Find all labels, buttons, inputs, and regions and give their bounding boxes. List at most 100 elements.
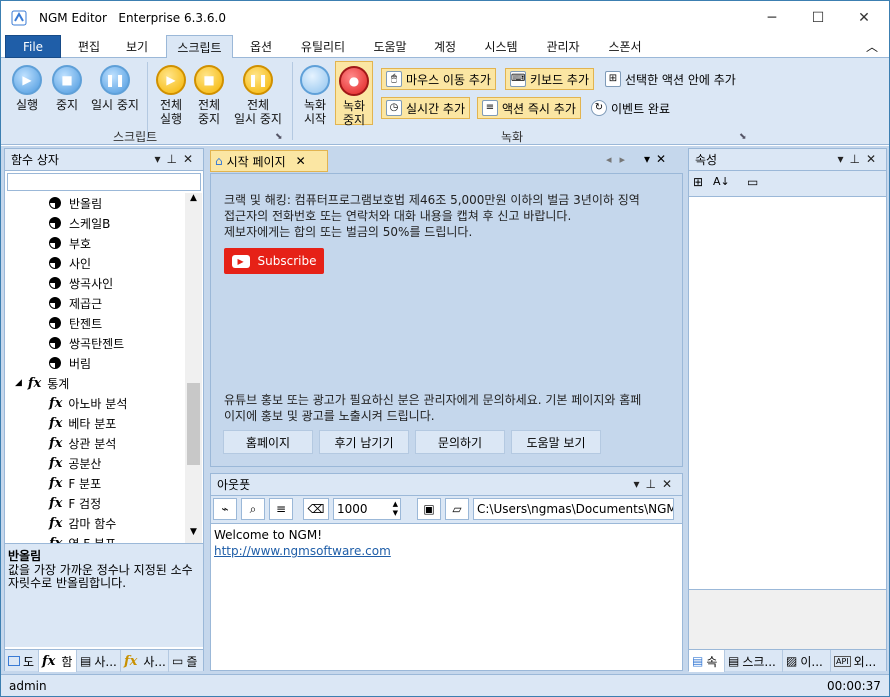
minimize-button[interactable]: ─ bbox=[749, 1, 795, 34]
start-page-panel: ⌂ 시작 페이지 ✕ ◂▸ ▾✕ 크랙 및 해킹: 컴퓨터프로그램보호법 제46… bbox=[210, 148, 683, 467]
dropdown-icon[interactable]: ▾ bbox=[837, 152, 849, 166]
open-folder-button[interactable]: ▱ bbox=[445, 498, 469, 520]
wrap-button[interactable]: ≡ bbox=[269, 498, 293, 520]
scroll-down-icon[interactable]: ▼ bbox=[185, 527, 202, 543]
scrollbar-thumb[interactable] bbox=[187, 383, 200, 465]
tab-external[interactable]: API 외... bbox=[831, 650, 886, 672]
categorized-icon[interactable]: ⊞ bbox=[693, 175, 703, 189]
tab-properties[interactable]: ▤ 속 bbox=[689, 650, 725, 672]
eraser-button[interactable]: ⌫ bbox=[303, 498, 329, 520]
pin-icon[interactable]: ⊥ bbox=[645, 477, 661, 491]
dialog-launcher-icon[interactable]: ⬊ bbox=[275, 132, 283, 142]
maximize-button[interactable]: ☐ bbox=[795, 1, 841, 34]
tree-item[interactable]: fx 공분산 bbox=[49, 453, 101, 473]
add-realtime-button[interactable]: ◷ 실시간 추가 bbox=[381, 97, 471, 119]
tree-item[interactable]: fx 상관 분석 bbox=[49, 433, 116, 453]
tree-item[interactable]: fx 베타 분포 bbox=[49, 413, 116, 433]
tab-system[interactable]: 시스템 bbox=[475, 35, 527, 58]
close-button[interactable]: ✕ bbox=[841, 1, 887, 34]
pause-all-button[interactable]: ❚❚ 전체 일시 중지 bbox=[229, 65, 287, 126]
tab-account[interactable]: 계정 bbox=[425, 35, 465, 58]
tab-sponsor[interactable]: 스폰서 bbox=[599, 35, 651, 58]
function-search-input[interactable] bbox=[7, 173, 201, 191]
tree-item[interactable]: 쌍곡탄젠트 bbox=[47, 333, 124, 353]
dialog-launcher-icon[interactable]: ⬊ bbox=[739, 132, 747, 142]
delay-stepper[interactable]: 1000 ▲ ▼ bbox=[333, 498, 401, 520]
tree-item[interactable]: 스케일B bbox=[47, 213, 110, 233]
help-button[interactable]: 도움말 보기 bbox=[511, 430, 601, 454]
tree-item[interactable]: 쌍곡사인 bbox=[47, 273, 113, 293]
add-keyboard-button[interactable]: ⌨ 키보드 추가 bbox=[505, 68, 595, 90]
record-start-button[interactable]: 녹화 시작 bbox=[297, 65, 333, 126]
dropdown-icon[interactable]: ▾ bbox=[644, 152, 656, 166]
tab-view[interactable]: 보기 bbox=[117, 35, 157, 58]
search-log-button[interactable]: ⌕ bbox=[241, 498, 265, 520]
tree-item[interactable]: 사인 bbox=[47, 253, 91, 273]
pause-button[interactable]: ❚❚ 일시 중지 bbox=[87, 65, 143, 112]
tab-images[interactable]: ▨ 이... bbox=[783, 650, 831, 672]
record-stop-button[interactable]: ● 녹화 중지 bbox=[335, 61, 373, 127]
function-box-header: 함수 상자 ▾⊥✕ bbox=[5, 149, 203, 171]
tab-start-page[interactable]: ⌂ 시작 페이지 ✕ bbox=[210, 150, 328, 172]
tree-item[interactable]: fx역 F 분포 bbox=[49, 533, 116, 544]
close-icon[interactable]: ✕ bbox=[183, 152, 199, 166]
close-icon[interactable]: ✕ bbox=[662, 477, 678, 491]
tab-options[interactable]: 옵션 bbox=[241, 35, 281, 58]
tree-item[interactable]: 버림 bbox=[47, 353, 91, 373]
tree-item[interactable]: 반올림 bbox=[47, 193, 102, 213]
close-icon[interactable]: ✕ bbox=[656, 152, 672, 166]
file-tab[interactable]: File bbox=[5, 35, 61, 58]
tree-item[interactable]: fx 아노바 분석 bbox=[49, 393, 127, 413]
tab-favorites[interactable]: ▭ 즐 bbox=[169, 650, 203, 672]
run-button[interactable]: ▶ 실행 bbox=[7, 65, 47, 112]
stop-button[interactable]: ■ 중지 bbox=[47, 65, 87, 112]
tree-scrollbar[interactable]: ▲ ▼ bbox=[185, 193, 202, 543]
inquiry-button[interactable]: 문의하기 bbox=[415, 430, 505, 454]
stepper-arrows-icon[interactable]: ▲ ▼ bbox=[393, 500, 398, 518]
pin-icon[interactable]: ⊥ bbox=[849, 152, 865, 166]
tree-item[interactable]: 탄젠트 bbox=[47, 313, 102, 333]
tab-user-functions[interactable]: fx 사... bbox=[121, 650, 169, 672]
tree-item[interactable]: 부호 bbox=[47, 233, 91, 253]
sort-az-icon[interactable]: A↓ bbox=[713, 175, 730, 188]
tree-item[interactable]: fx F 검정 bbox=[49, 493, 101, 513]
subscribe-button[interactable]: ▶ Subscribe bbox=[224, 248, 324, 274]
stop-all-button[interactable]: ■ 전체 중지 bbox=[191, 65, 227, 126]
pin-icon[interactable]: ⊥ bbox=[166, 152, 182, 166]
tab-edit[interactable]: 편집 bbox=[69, 35, 109, 58]
expand-icon[interactable]: ◢ bbox=[15, 378, 22, 388]
website-link[interactable]: http://www.ngmsoftware.com bbox=[214, 544, 391, 558]
tree-item[interactable]: 제곱근 bbox=[47, 293, 102, 313]
tab-script-list[interactable]: ▤ 스크... bbox=[725, 650, 783, 672]
dropdown-icon[interactable]: ▾ bbox=[633, 477, 645, 491]
add-action-now-button[interactable]: ≡ 액션 즉시 추가 bbox=[477, 97, 581, 119]
clean-button[interactable]: ⌁ bbox=[213, 498, 237, 520]
close-icon[interactable]: ✕ bbox=[866, 152, 882, 166]
tab-toolbox[interactable]: 도 bbox=[5, 650, 39, 672]
property-pages-icon[interactable]: ▭ bbox=[747, 175, 758, 189]
scroll-up-icon[interactable]: ▲ bbox=[185, 193, 202, 209]
tree-group[interactable]: ◢ fx 통계 bbox=[15, 373, 69, 393]
save-button[interactable]: ▣ bbox=[417, 498, 441, 520]
add-inside-selected-button[interactable]: ⊞ 선택한 액션 안에 추가 bbox=[601, 68, 740, 90]
tab-utility[interactable]: 유틸리티 bbox=[291, 35, 355, 58]
tab-admin[interactable]: 관리자 bbox=[537, 35, 589, 58]
add-mouse-move-button[interactable]: 🖱 마우스 이동 추가 bbox=[381, 68, 496, 90]
tab-scroll-icons[interactable]: ◂▸ bbox=[606, 153, 633, 166]
run-all-button[interactable]: ▶ 전체 실행 bbox=[153, 65, 189, 126]
tab-functions[interactable]: fx 함 bbox=[39, 650, 77, 672]
dropdown-icon[interactable]: ▾ bbox=[154, 152, 166, 166]
play-icon: ▶ bbox=[22, 73, 32, 87]
path-field[interactable]: C:\Users\ngmas\Documents\NGM6\ bbox=[473, 498, 674, 520]
tree-item[interactable]: fx 감마 함수 bbox=[49, 513, 116, 533]
tab-user[interactable]: ▤ 사... bbox=[77, 650, 121, 672]
close-icon[interactable]: ✕ bbox=[296, 154, 306, 168]
tab-script[interactable]: 스크립트 bbox=[166, 35, 233, 58]
write-review-button[interactable]: 후기 남기기 bbox=[319, 430, 409, 454]
function-tree[interactable]: 반올림 스케일B 부호 사인 쌍곡사인 제곱근 탄젠트 쌍곡탄젠트 버림 ◢ fx… bbox=[5, 193, 203, 544]
collapse-ribbon-icon[interactable]: ︿ bbox=[861, 35, 883, 58]
tab-help[interactable]: 도움말 bbox=[365, 35, 415, 58]
homepage-button[interactable]: 홈페이지 bbox=[223, 430, 313, 454]
event-complete-button[interactable]: ↻ 이벤트 완료 bbox=[587, 97, 674, 119]
tree-item[interactable]: fx F 분포 bbox=[49, 473, 101, 493]
